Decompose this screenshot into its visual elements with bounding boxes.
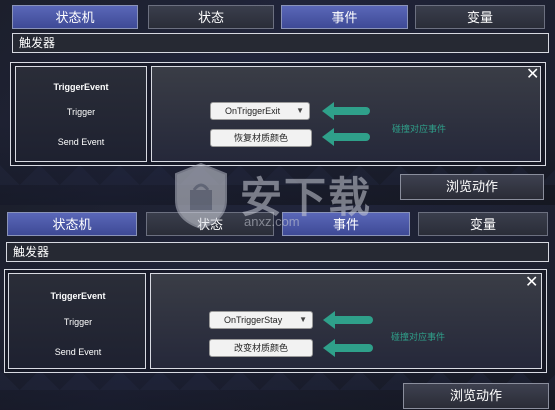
tab-variables[interactable]: 变量 xyxy=(415,5,545,29)
trigger-event-box: TriggerEvent Trigger Send Event OnTrigge… xyxy=(10,62,546,166)
trigger-label: Trigger xyxy=(63,317,93,327)
close-icon[interactable]: ✕ xyxy=(526,67,539,83)
trigger-dropdown[interactable]: OnTriggerStay ▼ xyxy=(209,311,313,329)
send-event-field[interactable]: 改变材质颜色 xyxy=(209,339,313,357)
annotation-note: 碰撞对应事件 xyxy=(392,124,447,134)
property-value-column: OnTriggerExit ▼ 恢复材质颜色 碰撞对应事件 ✕ xyxy=(151,66,541,162)
send-event-label: Send Event xyxy=(57,137,105,147)
property-label-column: TriggerEvent Trigger Send Event xyxy=(15,66,147,162)
tab-events[interactable]: 事件 xyxy=(281,5,408,29)
tab-state[interactable]: 状态 xyxy=(146,212,274,236)
section-title: 触发器 xyxy=(12,33,549,53)
arrow-left-icon xyxy=(322,128,370,146)
arrow-left-icon xyxy=(323,311,373,329)
send-event-label: Send Event xyxy=(54,347,102,357)
trigger-label: Trigger xyxy=(66,107,96,117)
trigger-dropdown[interactable]: OnTriggerExit ▼ xyxy=(210,102,310,120)
tab-fsm[interactable]: 状态机 xyxy=(7,212,137,236)
tab-events[interactable]: 事件 xyxy=(282,212,410,236)
trigger-event-box: TriggerEvent Trigger Send Event OnTrigge… xyxy=(4,269,547,373)
trigger-dropdown-value: OnTriggerStay xyxy=(224,315,283,325)
tab-variables[interactable]: 变量 xyxy=(418,212,548,236)
property-label-column: TriggerEvent Trigger Send Event xyxy=(8,273,146,369)
arrow-left-icon xyxy=(322,102,370,120)
property-value-column: OnTriggerStay ▼ 改变材质颜色 碰撞对应事件 ✕ xyxy=(150,273,542,369)
arrow-left-icon xyxy=(323,339,373,357)
chevron-down-icon: ▼ xyxy=(299,315,307,324)
browse-actions-button[interactable]: 浏览动作 xyxy=(400,174,544,200)
event-name-label: TriggerEvent xyxy=(53,82,109,92)
chevron-down-icon: ▼ xyxy=(296,106,304,115)
tab-state[interactable]: 状态 xyxy=(148,5,274,29)
send-event-field[interactable]: 恢复材质颜色 xyxy=(210,129,312,147)
fsm-panel-top: 状态机 状态 事件 变量 触发器 TriggerEvent Trigger Se… xyxy=(0,0,555,205)
event-name-label: TriggerEvent xyxy=(50,291,106,301)
tab-fsm[interactable]: 状态机 xyxy=(12,5,138,29)
close-icon[interactable]: ✕ xyxy=(525,275,538,291)
fsm-panel-bottom: 状态机 状态 事件 变量 触发器 TriggerEvent Trigger Se… xyxy=(0,205,555,410)
section-title: 触发器 xyxy=(6,242,549,262)
browse-actions-button[interactable]: 浏览动作 xyxy=(403,383,549,409)
annotation-note: 碰撞对应事件 xyxy=(391,332,446,342)
trigger-dropdown-value: OnTriggerExit xyxy=(225,106,281,116)
